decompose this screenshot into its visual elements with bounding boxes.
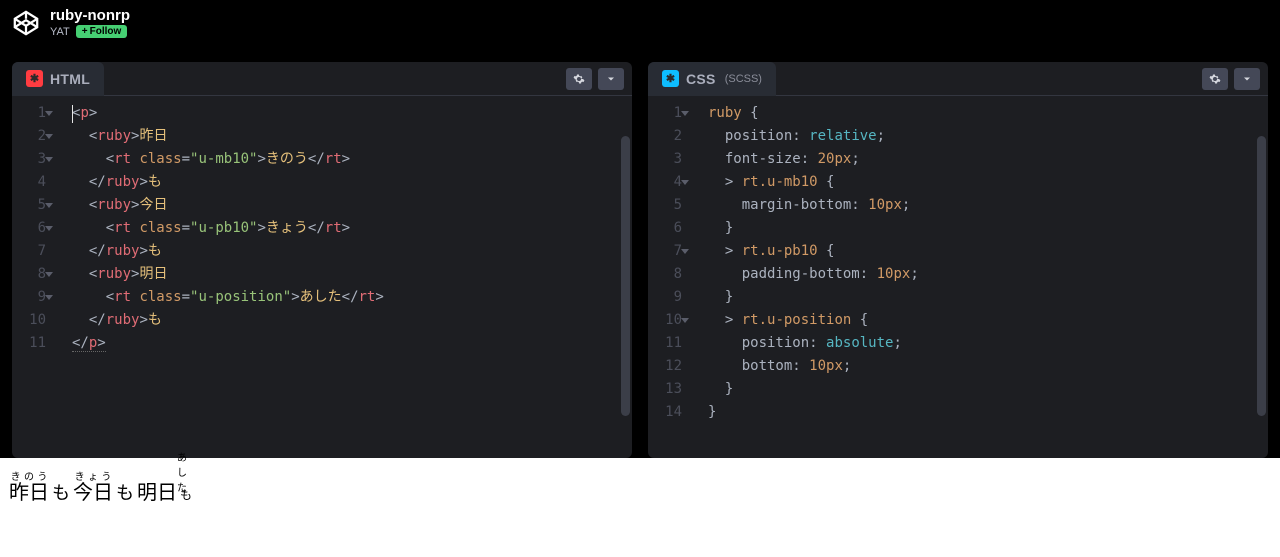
- ruby-word: 今日きょう: [73, 482, 113, 504]
- html-tab[interactable]: ✱ HTML: [12, 62, 104, 96]
- chevron-down-icon: [605, 73, 617, 85]
- author-name[interactable]: YAT: [50, 26, 70, 38]
- particle: も: [116, 483, 134, 503]
- css-editor[interactable]: 1234567891011121314 ruby { position: rel…: [648, 96, 1268, 458]
- header: ruby-nonrp YAT Follow: [0, 0, 1280, 46]
- text-cursor: [72, 105, 73, 123]
- settings-button[interactable]: [1202, 68, 1228, 90]
- follow-button[interactable]: Follow: [76, 25, 128, 38]
- pen-title: ruby-nonrp: [50, 8, 130, 25]
- html-pane: ✱ HTML 1234567891011 <p> <ruby>昨日 <rt cl…: [12, 62, 632, 458]
- css-code[interactable]: ruby { position: relative; font-size: 20…: [692, 96, 1268, 458]
- css-sublabel: (SCSS): [725, 73, 762, 85]
- expand-button[interactable]: [1234, 68, 1260, 90]
- html-label: HTML: [50, 71, 90, 87]
- css-icon: ✱: [662, 70, 679, 87]
- html-icon: ✱: [26, 70, 43, 87]
- chevron-down-icon: [1241, 73, 1253, 85]
- css-label: CSS: [686, 71, 716, 87]
- settings-button[interactable]: [566, 68, 592, 90]
- gutter: 1234567891011121314: [648, 96, 692, 458]
- editors-row: ✱ HTML 1234567891011 <p> <ruby>昨日 <rt cl…: [0, 46, 1280, 458]
- pane-header: ✱ HTML: [12, 62, 632, 96]
- html-code[interactable]: <p> <ruby>昨日 <rt class="u-mb10">きのう</rt>…: [56, 96, 632, 458]
- expand-button[interactable]: [598, 68, 624, 90]
- css-pane: ✱ CSS (SCSS) 1234567891011121314 ruby { …: [648, 62, 1268, 458]
- scrollbar[interactable]: [621, 136, 630, 416]
- gear-icon: [573, 73, 585, 85]
- particle: も: [52, 483, 70, 503]
- html-editor[interactable]: 1234567891011 <p> <ruby>昨日 <rt class="u-…: [12, 96, 632, 458]
- scrollbar[interactable]: [1257, 136, 1266, 416]
- ruby-word: 昨日きのう: [9, 482, 49, 504]
- gutter: 1234567891011: [12, 96, 56, 458]
- gear-icon: [1209, 73, 1221, 85]
- pane-header: ✱ CSS (SCSS): [648, 62, 1268, 96]
- codepen-logo-icon: [12, 9, 40, 37]
- result-preview: 昨日きのうも今日きょうも明日あしたも: [0, 458, 1280, 557]
- ruby-word: 明日あした: [137, 482, 177, 504]
- css-tab[interactable]: ✱ CSS (SCSS): [648, 62, 776, 96]
